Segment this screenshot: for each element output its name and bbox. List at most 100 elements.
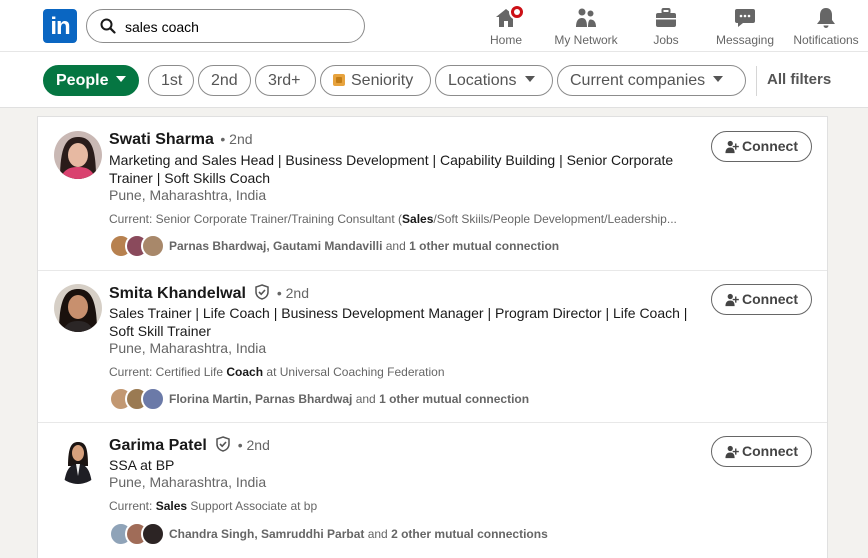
location: Pune, Maharashtra, India — [109, 187, 267, 203]
nav-messaging-label: Messaging — [715, 33, 775, 47]
first-degree-label: 1st — [161, 72, 183, 89]
mutual-text: Chandra Singh, Samruddhi Parbat and 2 ot… — [169, 527, 548, 541]
headline: Marketing and Sales Head | Business Deve… — [109, 152, 674, 186]
mutual-avatars — [109, 387, 169, 411]
result-row: Garima Patel • 2nd SSA at BP Pune, Mahar… — [38, 423, 827, 558]
mutual-avatars — [109, 234, 169, 258]
third-degree-label: 3rd+ — [268, 72, 301, 89]
filter-divider — [756, 66, 757, 96]
nav-jobs-label: Jobs — [653, 33, 679, 47]
search-icon — [100, 18, 116, 34]
result-row: Swati Sharma • 2nd Marketing and Sales H… — [38, 117, 827, 271]
avatar[interactable] — [54, 284, 102, 332]
all-filters-button[interactable]: All filters — [767, 71, 831, 88]
linkedin-logo[interactable]: in — [43, 9, 77, 43]
mutual-avatar — [141, 387, 165, 411]
connect-button[interactable]: Connect — [711, 436, 812, 467]
connect-button[interactable]: Connect — [711, 131, 812, 162]
person-name-link[interactable]: Garima Patel — [109, 437, 207, 454]
nav-notifications-label: Notifications — [793, 33, 859, 47]
current-position: Current: Senior Corporate Trainer/Traini… — [109, 212, 719, 226]
search-results: Swati Sharma • 2nd Marketing and Sales H… — [37, 116, 828, 558]
headline: SSA at BP — [109, 457, 175, 473]
people-filter-button[interactable]: People — [43, 65, 139, 96]
current-companies-filter[interactable]: Current companies — [557, 65, 746, 96]
verified-shield-icon — [255, 284, 270, 300]
name-line: Garima Patel • 2nd — [109, 436, 270, 455]
chevron-down-icon — [524, 76, 535, 82]
chevron-down-icon — [116, 76, 127, 82]
seniority-label: Seniority — [351, 72, 414, 89]
mutual-names: Parnas Bhardwaj, Gautami Mandavilli — [169, 239, 383, 253]
people-icon — [576, 8, 596, 27]
nav-network-label: My Network — [554, 33, 618, 47]
connect-label: Connect — [742, 291, 798, 307]
current-prefix: Current: — [109, 499, 156, 513]
name-line: Swati Sharma • 2nd — [109, 131, 253, 149]
current-highlight: Sales — [155, 499, 188, 513]
mutual-other: 1 other mutual connection — [379, 392, 530, 406]
mutual-avatar — [141, 522, 165, 546]
second-degree-label: 2nd — [211, 72, 238, 89]
current-prefix: Current: Senior Corporate Trainer/Traini… — [109, 212, 403, 226]
avatar[interactable] — [54, 131, 102, 179]
people-filter-label: People — [56, 72, 109, 89]
person-name-link[interactable]: Smita Khandelwal — [109, 285, 246, 302]
search-input[interactable] — [125, 17, 355, 37]
profile-photo — [54, 131, 102, 179]
seniority-filter[interactable]: Seniority — [320, 65, 431, 96]
headline: Sales Trainer | Life Coach | Business De… — [109, 305, 688, 339]
first-degree-filter[interactable]: 1st — [148, 65, 194, 96]
chat-icon — [735, 9, 755, 27]
filter-bar: People 1st 2nd 3rd+ Seniority Locations … — [0, 52, 868, 108]
current-position: Current: Certified Life Coach at Univers… — [109, 365, 719, 379]
nav-my-network[interactable]: My Network — [550, 4, 622, 48]
mutual-connections[interactable]: Florina Martin, Parnas Bhardwaj and 1 ot… — [109, 387, 529, 411]
person-name-link[interactable]: Swati Sharma — [109, 131, 214, 148]
notification-badge — [509, 4, 525, 20]
mutual-and: and — [352, 392, 380, 406]
companies-label: Current companies — [570, 72, 706, 89]
connect-label: Connect — [742, 443, 798, 459]
avatar[interactable] — [54, 436, 102, 484]
locations-label: Locations — [448, 72, 517, 89]
nav-home[interactable]: Home — [484, 4, 528, 48]
mutual-names: Florina Martin, Parnas Bhardwaj — [169, 392, 353, 406]
locations-filter[interactable]: Locations — [435, 65, 553, 96]
mutual-text: Parnas Bhardwaj, Gautami Mandavilli and … — [169, 239, 559, 253]
mutual-connections[interactable]: Parnas Bhardwaj, Gautami Mandavilli and … — [109, 234, 559, 258]
connect-label: Connect — [742, 138, 798, 154]
mutual-and: and — [382, 239, 410, 253]
location: Pune, Maharashtra, India — [109, 474, 267, 490]
verified-shield-icon — [216, 436, 231, 452]
third-degree-filter[interactable]: 3rd+ — [255, 65, 316, 96]
add-person-icon — [725, 140, 739, 154]
connect-button[interactable]: Connect — [711, 284, 812, 315]
chevron-down-icon — [713, 76, 724, 82]
search-box[interactable] — [86, 9, 365, 43]
mutual-other: 2 other mutual connections — [391, 527, 548, 541]
mutual-avatar — [141, 234, 165, 258]
mutual-text: Florina Martin, Parnas Bhardwaj and 1 ot… — [169, 392, 529, 406]
nav-jobs[interactable]: Jobs — [648, 4, 684, 48]
location: Pune, Maharashtra, India — [109, 340, 267, 356]
briefcase-icon — [656, 8, 676, 27]
current-suffix: Support Associate at bp — [187, 499, 318, 513]
mutual-connections[interactable]: Chandra Singh, Samruddhi Parbat and 2 ot… — [109, 522, 548, 546]
add-person-icon — [725, 293, 739, 307]
current-prefix: Current: Certified Life — [109, 365, 227, 379]
profile-photo — [54, 284, 102, 332]
connection-degree: • 2nd — [220, 131, 253, 147]
current-suffix: /Soft Skiils/People Development/Leadersh… — [433, 212, 677, 226]
nav-messaging[interactable]: Messaging — [713, 4, 777, 48]
current-position: Current: Sales Support Associate at bp — [109, 499, 719, 513]
premium-icon — [333, 74, 345, 86]
current-highlight: Sales — [402, 212, 434, 226]
current-suffix: at Universal Coaching Federation — [263, 365, 445, 379]
second-degree-filter[interactable]: 2nd — [198, 65, 251, 96]
top-nav: in Home My Network Jobs — [0, 0, 868, 52]
nav-home-label: Home — [489, 33, 522, 47]
mutual-other: 1 other mutual connection — [409, 239, 560, 253]
add-person-icon — [725, 445, 739, 459]
nav-notifications[interactable]: Notifications — [788, 4, 864, 48]
